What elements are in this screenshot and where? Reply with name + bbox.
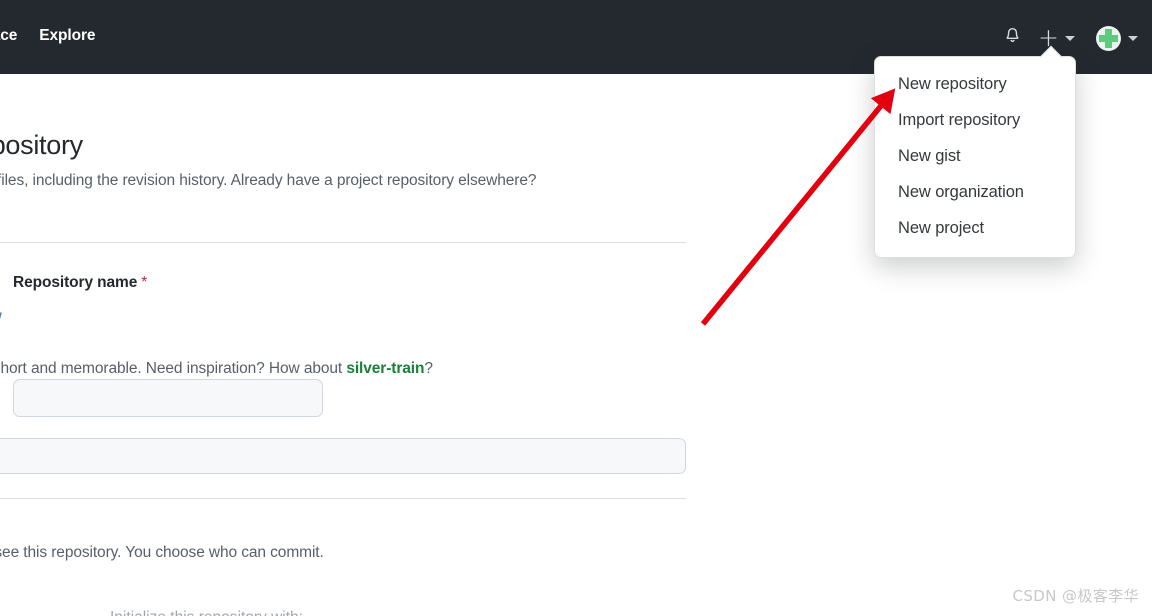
csdn-watermark: CSDN @极客李华 <box>1012 587 1139 605</box>
menu-item-new-project[interactable]: New project <box>875 210 1075 246</box>
visibility-description: rnet can see this repository. You choose… <box>0 544 324 561</box>
chevron-down-icon <box>1065 35 1075 41</box>
suggested-name-link[interactable]: silver-train <box>346 360 424 377</box>
owner-separator: / <box>0 310 2 334</box>
menu-item-new-gist[interactable]: New gist <box>875 138 1075 174</box>
initialize-section-clipped: Initialize this repository with: <box>110 609 303 616</box>
page-subtitle: project files, including the revision hi… <box>0 172 537 189</box>
bell-icon <box>1004 26 1021 50</box>
repository-name-label-text: Repository name <box>13 274 138 291</box>
chevron-down-icon <box>1128 35 1138 41</box>
menu-item-import-repository[interactable]: Import repository <box>875 102 1075 138</box>
notifications-button[interactable] <box>997 23 1027 53</box>
user-menu-button[interactable] <box>1096 25 1138 51</box>
page-title: epository <box>0 130 83 160</box>
hint-suffix: ? <box>424 360 433 377</box>
header-actions: + <box>997 22 1138 54</box>
nav-explore[interactable]: Explore <box>39 26 95 46</box>
repository-name-input[interactable] <box>13 379 323 417</box>
repository-name-hint: re short and memorable. Need inspiration… <box>0 360 433 378</box>
plus-icon: + <box>1038 23 1059 52</box>
required-marker: * <box>141 274 148 291</box>
create-new-dropdown-menu: New repository Import repository New gis… <box>874 56 1076 258</box>
menu-item-new-organization[interactable]: New organization <box>875 174 1075 210</box>
description-input[interactable] <box>0 438 686 474</box>
header-nav: ketplace Explore <box>0 26 96 46</box>
nav-marketplace[interactable]: ketplace <box>0 26 17 46</box>
repository-name-label: Repository name * <box>13 274 147 292</box>
menu-item-new-repository[interactable]: New repository <box>875 66 1075 102</box>
avatar <box>1096 25 1121 51</box>
hint-prefix: re short and memorable. Need inspiration… <box>0 360 347 377</box>
divider <box>0 498 686 499</box>
create-new-button[interactable]: + <box>1038 23 1075 52</box>
divider <box>0 242 686 243</box>
